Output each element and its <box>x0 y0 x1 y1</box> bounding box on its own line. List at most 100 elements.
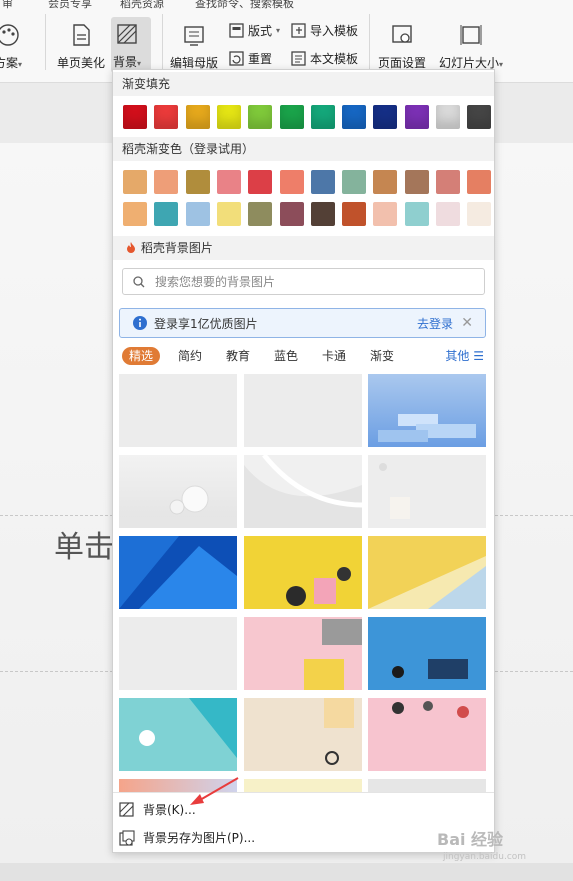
slide-size-button[interactable]: 幻灯片大小▾ <box>439 22 503 71</box>
layout-label: 版式 <box>248 24 273 38</box>
bg-thumbnail[interactable] <box>119 374 237 447</box>
bg-thumbnail[interactable] <box>244 374 362 447</box>
docer-gradient-swatch[interactable] <box>185 202 210 226</box>
layout-button[interactable]: 版式 ▾ <box>229 22 280 39</box>
text-template-icon <box>291 51 306 66</box>
menu-bar: 审 会员专享 稻壳资源 查找命令、搜索模板 <box>0 0 573 10</box>
docer-gradient-swatch[interactable] <box>279 170 304 194</box>
tab-blue[interactable]: 蓝色 <box>274 347 298 365</box>
gradient-fill-swatch[interactable] <box>123 105 147 129</box>
bg-thumbnail[interactable] <box>119 698 237 771</box>
gradient-fill-swatch[interactable] <box>185 105 210 129</box>
bg-thumbnail[interactable] <box>368 779 486 793</box>
page-beautify-label: 单页美化 <box>57 56 106 70</box>
docer-gradient-swatch[interactable] <box>123 170 147 194</box>
docer-gradient-swatch[interactable] <box>310 170 335 194</box>
bg-thumbnail[interactable] <box>244 617 362 690</box>
bg-thumbnail[interactable] <box>119 536 237 609</box>
docer-gradient-swatch[interactable] <box>404 170 429 194</box>
gradient-fill-swatch[interactable] <box>154 105 179 129</box>
text-template-label: 本文模板 <box>310 52 359 66</box>
search-input[interactable] <box>153 273 457 290</box>
status-strip <box>0 863 573 881</box>
gradient-fill-swatch[interactable] <box>436 105 460 129</box>
close-icon[interactable]: ✕ <box>461 315 473 331</box>
tab-education[interactable]: 教育 <box>226 347 250 365</box>
docer-gradient-swatch[interactable] <box>467 202 492 226</box>
bg-thumbnail[interactable] <box>119 617 237 690</box>
docer-gradient-swatch[interactable] <box>436 202 460 226</box>
background-dialog-item[interactable]: 背景(K)... <box>119 801 196 818</box>
reset-label: 重置 <box>248 52 273 66</box>
docer-gradient-swatch[interactable] <box>467 170 492 194</box>
bg-thumbnail[interactable] <box>119 455 237 528</box>
tab-cartoon[interactable]: 卡通 <box>322 347 346 365</box>
bg-thumbnail[interactable] <box>368 374 486 447</box>
docer-gradient-swatch[interactable] <box>279 202 304 226</box>
gradient-fill-swatch[interactable] <box>248 105 273 129</box>
docer-bg-header: 稻壳背景图片 <box>113 236 494 260</box>
slide-size-label: 幻灯片大小 <box>439 56 500 70</box>
docer-gradient-swatch[interactable] <box>248 170 273 194</box>
bg-thumbnail[interactable] <box>368 536 486 609</box>
background-icon <box>117 24 137 44</box>
login-banner: 登录享1亿优质图片 去登录 ✕ <box>119 308 486 338</box>
search-icon <box>133 275 145 287</box>
docer-gradient-swatch[interactable] <box>248 202 273 226</box>
command-search[interactable]: 查找命令、搜索模板 <box>195 0 294 11</box>
bg-thumbnail[interactable] <box>368 617 486 690</box>
gradient-fill-swatch[interactable] <box>467 105 492 129</box>
slide-title-placeholder[interactable]: 单击 <box>54 522 114 566</box>
docer-gradient-swatch[interactable] <box>436 170 460 194</box>
docer-gradient-swatch[interactable] <box>342 202 367 226</box>
list-icon: ☰ <box>473 349 484 363</box>
tab-gradient[interactable]: 渐变 <box>370 347 394 365</box>
gradient-fill-swatch[interactable] <box>279 105 304 129</box>
bg-thumbnail[interactable] <box>368 455 486 528</box>
bg-thumbnail[interactable] <box>119 779 237 793</box>
menu-member[interactable]: 会员专享 <box>48 0 92 11</box>
search-box[interactable] <box>122 268 485 295</box>
login-link[interactable]: 去登录 <box>417 315 453 332</box>
slide-size-icon <box>460 25 482 45</box>
menu-review[interactable]: 审 <box>2 0 13 11</box>
docer-gradient-swatch[interactable] <box>373 170 398 194</box>
bg-thumbnail[interactable] <box>368 698 486 771</box>
background-dropdown: 渐变填充 稻壳渐变色（登录试用） 稻壳背景图片 登录享1亿优质图片 去登录 ✕ … <box>112 69 495 853</box>
gradient-fill-swatch[interactable] <box>342 105 367 129</box>
page-setup-icon <box>392 25 412 43</box>
bg-thumbnail[interactable] <box>244 536 362 609</box>
scheme-button[interactable]: 方案▾ <box>0 22 22 71</box>
menu-docer[interactable]: 稻壳资源 <box>120 0 164 11</box>
gradient-fill-swatch[interactable] <box>404 105 429 129</box>
bg-thumbnail[interactable] <box>244 698 362 771</box>
docer-gradient-swatch[interactable] <box>154 170 179 194</box>
background-button[interactable]: 背景▾ <box>111 17 151 73</box>
docer-gradient-swatch[interactable] <box>185 170 210 194</box>
bg-thumbnail[interactable] <box>244 455 362 528</box>
docer-gradient-swatch[interactable] <box>123 202 147 226</box>
docer-gradient-swatch[interactable] <box>310 202 335 226</box>
page-setup-button[interactable]: 页面设置 <box>378 22 426 71</box>
docer-gradient-swatch[interactable] <box>216 170 241 194</box>
more-label: 其他 <box>445 349 470 363</box>
reset-button[interactable]: 重置 <box>229 50 272 67</box>
text-template-button[interactable]: 本文模板 <box>291 50 358 67</box>
more-categories[interactable]: 其他 ☰ <box>445 347 484 365</box>
page-beautify-button[interactable]: 单页美化 <box>57 22 105 71</box>
gradient-fill-swatch[interactable] <box>216 105 241 129</box>
docer-gradient-swatch[interactable] <box>373 202 398 226</box>
docer-gradient-swatch[interactable] <box>154 202 179 226</box>
master-icon <box>184 26 204 46</box>
docer-gradient-swatch[interactable] <box>404 202 429 226</box>
bg-thumbnail[interactable] <box>244 779 362 793</box>
save-background-item[interactable]: 背景另存为图片(P)... <box>119 829 255 846</box>
gradient-fill-swatch[interactable] <box>310 105 335 129</box>
tab-featured[interactable]: 精选 <box>122 347 161 365</box>
docer-gradient-swatch[interactable] <box>216 202 241 226</box>
tab-simple[interactable]: 简约 <box>178 347 202 365</box>
gradient-fill-swatch[interactable] <box>373 105 398 129</box>
edit-master-button[interactable]: 编辑母版 <box>170 22 218 71</box>
import-template-button[interactable]: 导入模板 <box>291 22 358 39</box>
docer-gradient-swatch[interactable] <box>342 170 367 194</box>
